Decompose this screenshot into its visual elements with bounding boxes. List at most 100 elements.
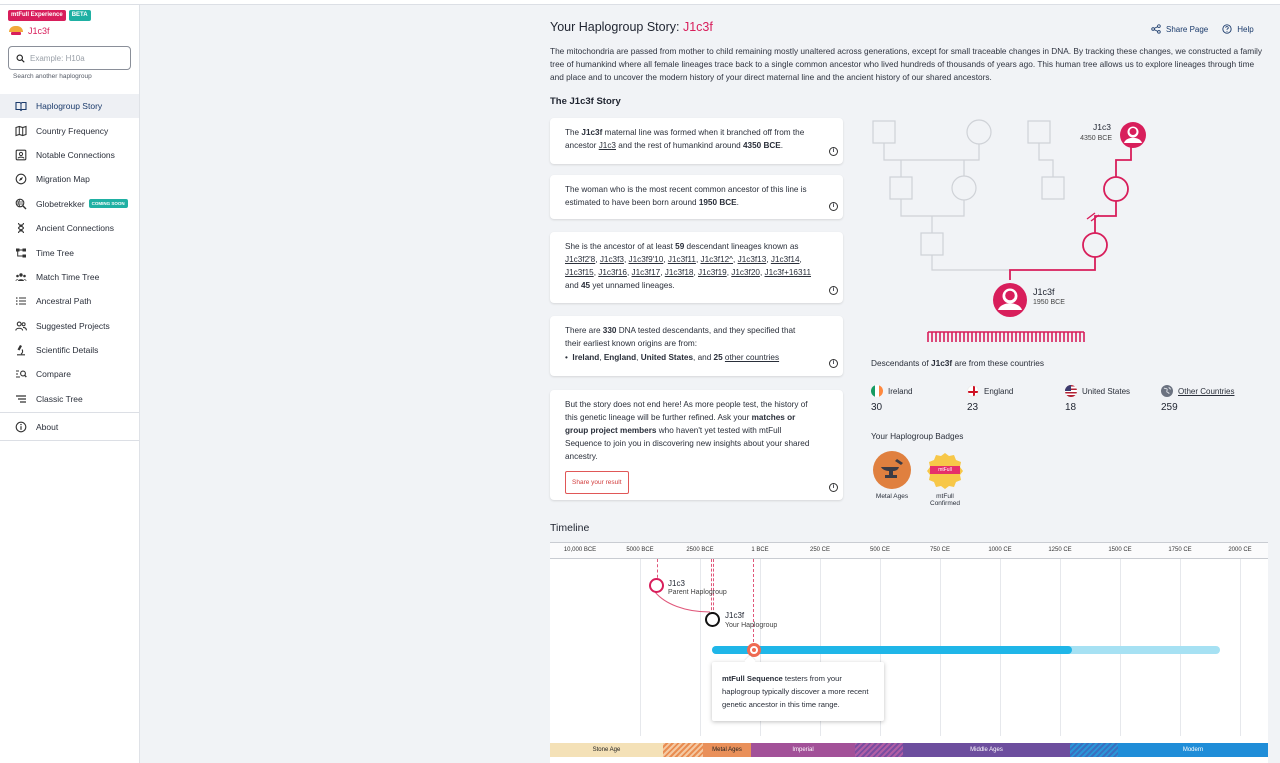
current-haplogroup[interactable]: J1c3f xyxy=(9,26,50,36)
info-icon[interactable]: i xyxy=(829,202,838,211)
info-icon[interactable]: i xyxy=(829,359,838,368)
lineage-link[interactable]: J1c3f11 xyxy=(668,255,696,264)
badges-title: Your Haplogroup Badges xyxy=(871,431,964,441)
compare-icon xyxy=(14,368,27,381)
info-icon xyxy=(14,421,27,434)
parent-haplogroup-link[interactable]: J1c3 xyxy=(599,141,616,150)
badge-metal-ages[interactable]: Metal Ages xyxy=(862,451,922,500)
lineage-link[interactable]: J1c3f12^ xyxy=(701,255,734,264)
tree-node-male xyxy=(920,232,944,256)
badge-label: Metal Ages xyxy=(875,493,909,500)
your-haplogroup-avatar[interactable] xyxy=(705,612,720,627)
timeline-axis: 10,000 BCE 5000 BCE 2500 BCE 1 BCE 250 CE 500… xyxy=(550,542,1268,559)
nav-migration-map[interactable]: Migration Map xyxy=(0,167,139,191)
nav-time-tree[interactable]: Time Tree xyxy=(0,240,139,264)
tree-node-female xyxy=(951,175,977,201)
lineage-link[interactable]: J1c3f19 xyxy=(698,268,727,277)
era-transition xyxy=(1070,743,1118,757)
nav-divider xyxy=(0,440,139,441)
country-count: 18 xyxy=(1065,402,1077,413)
tree-top-avatar xyxy=(1120,122,1146,148)
timeline-tick-label: 1 BCE xyxy=(751,547,769,553)
nav-match-time-tree[interactable]: Match Time Tree xyxy=(0,265,139,289)
info-icon[interactable]: i xyxy=(829,147,838,156)
nav-classic-tree[interactable]: Classic Tree xyxy=(0,387,139,411)
other-countries-link[interactable]: Other Countries xyxy=(1178,387,1234,396)
card-date: 4350 BCE xyxy=(742,141,781,150)
tree-icon xyxy=(14,246,27,259)
page-title-haplogroup: J1c3f xyxy=(682,20,713,34)
era-metal-ages: Metal Ages xyxy=(703,743,751,757)
nav-label: Time Tree xyxy=(36,247,74,258)
coming-soon-badge: COMING SOON xyxy=(88,199,128,209)
lineage-link[interactable]: J1c3f9'10 xyxy=(629,255,664,264)
timeline-tick-label: 500 CE xyxy=(869,547,891,553)
lineage-link[interactable]: J1c3f18 xyxy=(665,268,694,277)
lineage-link[interactable]: J1c3f2'8 xyxy=(565,255,595,264)
info-icon[interactable]: i xyxy=(829,286,838,295)
microscope-icon xyxy=(14,344,27,357)
lineage-link[interactable]: J1c3f14 xyxy=(771,255,800,264)
nav-compare[interactable]: Compare xyxy=(0,362,139,386)
nav-haplogroup-story[interactable]: Haplogroup Story xyxy=(0,94,139,119)
page-title: Your Haplogroup Story: J1c3f xyxy=(550,20,713,34)
timeline-tick-label: 10,000 BCE xyxy=(563,547,597,553)
book-open-icon xyxy=(14,100,27,113)
badge-mtfull-confirmed[interactable]: mtFull mtFull Confirmed xyxy=(915,451,975,507)
story-card-mrca: The woman who is the most recent common … xyxy=(550,175,843,219)
sidebar: mtFull Experience BETA J1c3f Search anot… xyxy=(0,5,140,763)
list-icon xyxy=(14,295,27,308)
lineage-link[interactable]: J1c3f17 xyxy=(632,268,661,277)
haplogroup-search[interactable] xyxy=(8,46,131,70)
share-result-button[interactable]: Share your result xyxy=(565,471,629,494)
people-icon xyxy=(14,319,27,332)
nav-ancestral-path[interactable]: Ancestral Path xyxy=(0,289,139,313)
nav-label: Ancestral Path xyxy=(36,296,92,307)
parent-haplogroup-name: J1c3 xyxy=(668,579,685,588)
lineage-link[interactable]: J1c3f3 xyxy=(600,255,624,264)
nav-label: Compare xyxy=(36,369,71,380)
lineage-link[interactable]: J1c3f16 xyxy=(598,268,627,277)
us-flag-icon xyxy=(1065,385,1077,397)
lineage-link[interactable]: J1c3f20 xyxy=(731,268,760,277)
tree-node-female xyxy=(966,119,992,145)
lineage-link[interactable]: J1c3f+16311 xyxy=(765,268,812,277)
card-count: 45 xyxy=(580,281,591,290)
era-transition xyxy=(855,743,903,757)
country-ireland: Ireland 30 xyxy=(871,385,912,413)
globe-search-icon xyxy=(14,197,27,210)
card-count: 330 xyxy=(602,326,617,335)
nav-notable-connections[interactable]: Notable Connections xyxy=(0,143,139,167)
nav-label: Match Time Tree xyxy=(36,271,100,282)
card-text: . xyxy=(780,141,784,150)
lineage-link[interactable]: J1c3f15 xyxy=(565,268,594,277)
share-page-label: Share Page xyxy=(1166,24,1209,34)
parent-haplogroup-avatar[interactable] xyxy=(649,578,664,593)
experience-badge: mtFull Experience xyxy=(8,10,66,21)
country-name: United States xyxy=(1082,386,1131,396)
nav-about[interactable]: About xyxy=(0,415,139,439)
era-transition xyxy=(663,743,703,757)
nav-country-frequency[interactable]: Country Frequency xyxy=(0,118,139,142)
other-countries-link[interactable]: other countries xyxy=(725,353,779,362)
nav-suggested-projects[interactable]: Suggested Projects xyxy=(0,314,139,338)
country-count: 259 xyxy=(1161,402,1178,413)
timeline-tick-label: 1250 CE xyxy=(1048,547,1072,553)
tree-bottom-avatar xyxy=(993,283,1027,317)
help-button[interactable]: Help xyxy=(1222,24,1254,34)
lineage-link[interactable]: J1c3f13 xyxy=(738,255,767,264)
country-other[interactable]: Other Countries 259 xyxy=(1161,385,1234,413)
dna-icon xyxy=(14,222,27,235)
haplogroup-logo-icon xyxy=(9,26,23,36)
tree-node-male xyxy=(889,176,913,200)
story-card-origin: The J1c3f maternal line was formed when … xyxy=(550,118,843,164)
nav-scientific-details[interactable]: Scientific Details xyxy=(0,338,139,362)
group-icon xyxy=(14,270,27,283)
era-modern: Modern xyxy=(1118,743,1268,757)
info-icon[interactable]: i xyxy=(829,483,838,492)
card-text: She is the ancestor of at least xyxy=(565,242,676,251)
share-page-button[interactable]: Share Page xyxy=(1151,24,1208,34)
nav-globetrekker[interactable]: Globetrekker COMING SOON xyxy=(0,192,139,216)
search-input[interactable] xyxy=(30,53,120,63)
nav-ancient-connections[interactable]: Ancient Connections xyxy=(0,216,139,240)
